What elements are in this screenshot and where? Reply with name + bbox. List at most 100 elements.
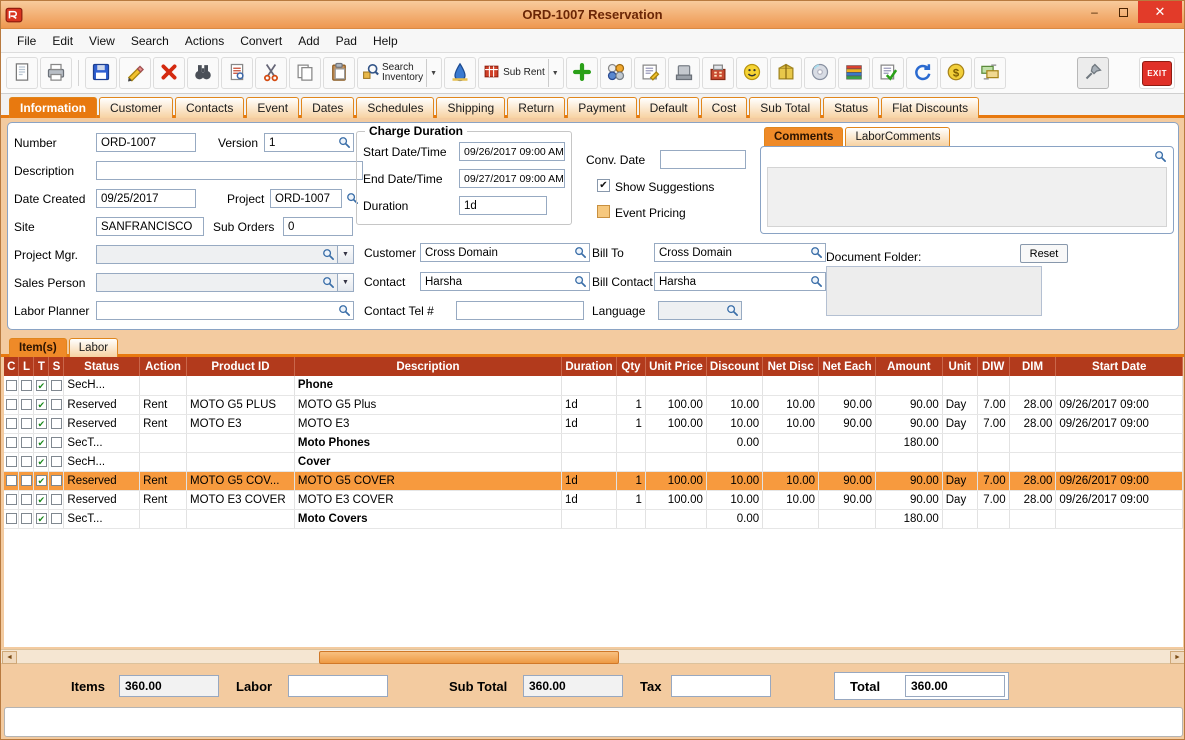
cell-check-c[interactable] [4, 414, 19, 433]
scrollbar-thumb[interactable] [319, 651, 619, 664]
cell-status[interactable]: SecH... [64, 452, 140, 471]
menu-convert[interactable]: Convert [232, 31, 290, 51]
tab-payment[interactable]: Payment [567, 97, 636, 118]
cell-net_each[interactable]: 90.00 [819, 490, 876, 509]
cell-dim[interactable] [1009, 509, 1056, 528]
cell-duration[interactable]: 1d [562, 471, 617, 490]
close-button[interactable]: ✕ [1138, 1, 1182, 23]
checked-checkbox-icon[interactable]: ✔ [36, 456, 47, 467]
cell-unit[interactable]: Day [942, 490, 977, 509]
cell-start_date[interactable]: 09/26/2017 09:00 [1056, 395, 1183, 414]
col-header-product-id[interactable]: Product ID [186, 357, 294, 376]
scroll-right-arrow[interactable]: ► [1170, 651, 1185, 664]
cell-action[interactable]: Rent [140, 414, 187, 433]
project-mgr-field[interactable] [96, 245, 338, 264]
version-field[interactable]: 1 [264, 133, 354, 152]
cell-check-l[interactable] [19, 414, 34, 433]
cell-discount[interactable]: 10.00 [706, 395, 762, 414]
cell-action[interactable]: Rent [140, 490, 187, 509]
cell-description[interactable]: MOTO G5 COVER [294, 471, 561, 490]
cell-unit[interactable] [942, 376, 977, 395]
cell-check-c[interactable] [4, 433, 19, 452]
unchecked-checkbox-icon[interactable] [6, 456, 17, 467]
bill-contact-search-icon[interactable] [810, 275, 823, 288]
cell-product_id[interactable]: MOTO E3 [186, 414, 294, 433]
cell-net_each[interactable]: 90.00 [819, 414, 876, 433]
delete-button[interactable] [153, 57, 185, 89]
cell-qty[interactable] [617, 433, 646, 452]
unchecked-checkbox-icon[interactable] [51, 475, 62, 486]
pin-button[interactable] [1077, 57, 1109, 89]
col-header-net-each[interactable]: Net Each [819, 357, 876, 376]
cell-discount[interactable]: 10.00 [706, 490, 762, 509]
cell-qty[interactable] [617, 452, 646, 471]
cell-unit_price[interactable]: 100.00 [645, 490, 706, 509]
cell-qty[interactable]: 1 [617, 414, 646, 433]
cell-duration[interactable] [562, 433, 617, 452]
cell-net_each[interactable] [819, 452, 876, 471]
unchecked-checkbox-icon[interactable] [6, 494, 17, 505]
cell-unit[interactable]: Day [942, 414, 977, 433]
smiley-button[interactable] [736, 57, 768, 89]
menu-actions[interactable]: Actions [177, 31, 232, 51]
ink-drop-button[interactable] [444, 57, 476, 89]
col-header-description[interactable]: Description [294, 357, 561, 376]
horizontal-scrollbar[interactable]: ◄ ► [1, 649, 1185, 664]
search-inventory-dropdown-arrow[interactable]: ▼ [426, 59, 437, 87]
cut-scissors-button[interactable] [255, 57, 287, 89]
document-folder-box[interactable] [826, 266, 1042, 316]
table-row[interactable]: ✔SecT...Moto Covers0.00180.00 [4, 509, 1183, 528]
cell-net_each[interactable] [819, 509, 876, 528]
cell-action[interactable] [140, 452, 187, 471]
notes-edit-button[interactable] [634, 57, 666, 89]
cell-net_each[interactable]: 90.00 [819, 471, 876, 490]
project-mgr-search-icon[interactable] [322, 248, 335, 261]
cell-start_date[interactable] [1056, 433, 1183, 452]
cell-net_each[interactable] [819, 376, 876, 395]
cell-action[interactable]: Rent [140, 471, 187, 490]
tab-labor[interactable]: Labor [69, 338, 118, 357]
cell-check-s[interactable] [49, 509, 64, 528]
duration-field[interactable]: 1d [459, 196, 547, 215]
cell-discount[interactable]: 0.00 [706, 433, 762, 452]
cell-diw[interactable] [977, 433, 1009, 452]
col-header-amount[interactable]: Amount [876, 357, 943, 376]
cell-check-l[interactable] [19, 471, 34, 490]
cell-check-t[interactable]: ✔ [34, 414, 49, 433]
cell-action[interactable] [140, 509, 187, 528]
labor-planner-field[interactable] [96, 301, 354, 320]
unchecked-checkbox-icon[interactable] [6, 399, 17, 410]
table-row[interactable]: ✔SecT...Moto Phones0.00180.00 [4, 433, 1183, 452]
cell-amount[interactable]: 90.00 [876, 414, 943, 433]
cell-dim[interactable] [1009, 376, 1056, 395]
menu-pad[interactable]: Pad [328, 31, 365, 51]
cell-net_disc[interactable]: 10.00 [763, 490, 819, 509]
checked-checkbox-icon[interactable]: ✔ [36, 513, 47, 524]
cell-check-t[interactable]: ✔ [34, 471, 49, 490]
cell-dim[interactable] [1009, 452, 1056, 471]
col-header-action[interactable]: Action [140, 357, 187, 376]
money-exchange-button[interactable] [974, 57, 1006, 89]
cell-check-t[interactable]: ✔ [34, 395, 49, 414]
cell-start_date[interactable] [1056, 509, 1183, 528]
checked-checkbox-icon[interactable]: ✔ [36, 494, 47, 505]
cell-start_date[interactable] [1056, 376, 1183, 395]
cell-start_date[interactable]: 09/26/2017 09:00 [1056, 471, 1183, 490]
version-search-icon[interactable] [338, 136, 351, 149]
cell-discount[interactable]: 10.00 [706, 414, 762, 433]
cell-diw[interactable]: 7.00 [977, 490, 1009, 509]
cell-check-t[interactable]: ✔ [34, 376, 49, 395]
cell-net_disc[interactable]: 10.00 [763, 395, 819, 414]
menu-search[interactable]: Search [123, 31, 177, 51]
table-row[interactable]: ✔ReservedRentMOTO E3MOTO E31d1100.0010.0… [4, 414, 1183, 433]
sync-refresh-button[interactable] [906, 57, 938, 89]
labor-planner-search-icon[interactable] [338, 304, 351, 317]
cell-diw[interactable] [977, 376, 1009, 395]
checked-checkbox-icon[interactable]: ✔ [36, 418, 47, 429]
menu-file[interactable]: File [9, 31, 44, 51]
number-field[interactable]: ORD-1007 [96, 133, 196, 152]
cell-check-s[interactable] [49, 395, 64, 414]
tab-default[interactable]: Default [639, 97, 699, 118]
cell-product_id[interactable]: MOTO G5 COV... [186, 471, 294, 490]
cell-check-c[interactable] [4, 376, 19, 395]
